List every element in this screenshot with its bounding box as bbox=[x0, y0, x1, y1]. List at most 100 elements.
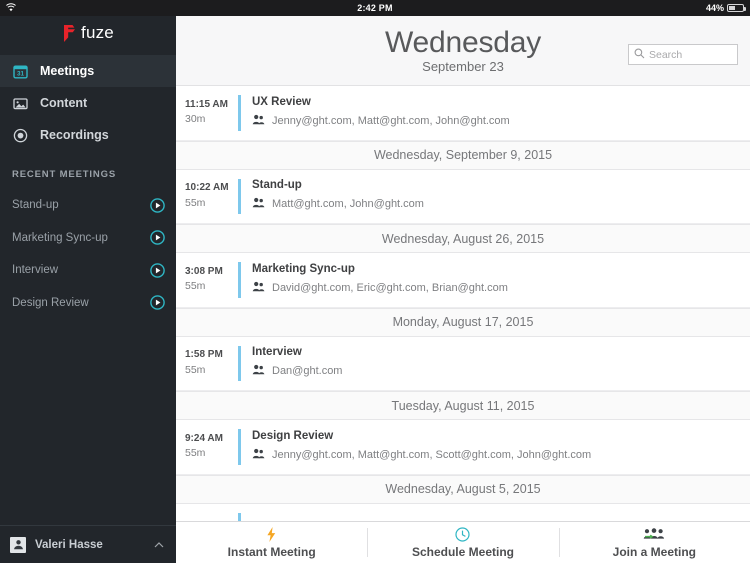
toolbar-label: Instant Meeting bbox=[227, 544, 316, 559]
recent-meeting-label: Stand-up bbox=[12, 199, 59, 212]
people-icon bbox=[252, 446, 265, 464]
image-icon bbox=[12, 95, 29, 112]
meeting-start-time: 3:08 PM bbox=[185, 265, 223, 277]
toolbar-label: Join a Meeting bbox=[612, 544, 696, 559]
meeting-duration: 55m bbox=[185, 447, 206, 460]
people-icon bbox=[252, 362, 265, 380]
attendee-emails: Jenny@ght.com, Matt@ght.com, John@ght.co… bbox=[272, 114, 510, 127]
meeting-time-block: 1:58 PM 55m bbox=[176, 348, 238, 378]
meeting-attendees: Dan@ght.com bbox=[252, 362, 342, 380]
wifi-icon bbox=[6, 2, 16, 14]
date-group-header: Wednesday, August 26, 2015 bbox=[176, 224, 750, 253]
sidebar-item-content[interactable]: Content bbox=[0, 87, 176, 119]
meeting-time-block: 9:24 AM 55m bbox=[176, 432, 238, 462]
meeting-title: Marketing Sync-up bbox=[252, 262, 355, 275]
list-item[interactable]: Stand-up bbox=[0, 189, 176, 222]
chevron-up-icon[interactable] bbox=[153, 539, 165, 551]
list-item[interactable]: Design Review bbox=[0, 287, 176, 320]
main-panel: Wednesday September 23 Search 11:15 AM 3… bbox=[176, 16, 750, 563]
attendee-emails: Dan@ght.com bbox=[272, 365, 343, 378]
meeting-details: Marketing Sync-up David@ght.com, Eric@gh… bbox=[241, 263, 508, 297]
search-icon bbox=[634, 46, 645, 64]
page-title: Wednesday bbox=[384, 25, 542, 59]
schedule-meeting-button[interactable]: Schedule Meeting bbox=[367, 522, 558, 563]
battery-percent-label: 44% bbox=[705, 3, 724, 13]
sidebar-item-label: Content bbox=[40, 96, 88, 110]
meeting-title: Stand-up bbox=[252, 179, 302, 192]
avatar bbox=[10, 536, 26, 553]
meeting-start-time: 9:24 AM bbox=[185, 432, 223, 444]
sidebar-nav: 31 Meetings Content Recordings bbox=[0, 55, 176, 151]
calendar-icon: 31 bbox=[12, 63, 29, 80]
meeting-details: UX Review Jenny@ght.com, Matt@ght.com, J… bbox=[241, 96, 510, 130]
user-name: Valeri Hasse bbox=[35, 538, 103, 551]
recent-meetings-heading: RECENT MEETINGS bbox=[12, 169, 117, 180]
fuze-logo-icon bbox=[62, 24, 76, 42]
list-item[interactable]: Marketing Sync-up bbox=[0, 222, 176, 255]
search-input[interactable]: Search bbox=[628, 44, 738, 65]
attendee-emails: Jenny@ght.com, Matt@ght.com, Scott@ght.c… bbox=[272, 448, 592, 461]
status-bar: 2:42 PM 44% bbox=[0, 0, 750, 16]
meetings-list[interactable]: 11:15 AM 30m UX Review Jenny@ght.com, Ma… bbox=[176, 86, 750, 521]
people-icon bbox=[252, 279, 265, 297]
join-people-icon bbox=[643, 527, 665, 543]
svg-text:31: 31 bbox=[17, 70, 25, 77]
attendee-emails: David@ght.com, Eric@ght.com, Brian@ght.c… bbox=[272, 281, 508, 294]
sidebar: fuze 31 Meetings Content Recordings RECE… bbox=[0, 16, 176, 563]
app-logo-text: fuze bbox=[81, 23, 114, 42]
meeting-attendees: Matt@ght.com, John@ght.com bbox=[252, 195, 424, 213]
meeting-details: Interview Dan@ght.com bbox=[241, 346, 342, 380]
meeting-attendees: David@ght.com, Eric@ght.com, Brian@ght.c… bbox=[252, 279, 508, 297]
date-group-header: Tuesday, August 11, 2015 bbox=[176, 391, 750, 420]
meeting-details: Stand-up Matt@ght.com, John@ght.com bbox=[241, 179, 424, 213]
play-icon[interactable] bbox=[150, 295, 165, 311]
date-group-header: Monday, August 17, 2015 bbox=[176, 307, 750, 337]
status-bar-time: 2:42 PM bbox=[357, 3, 393, 13]
meeting-time-block: 10:22 AM 55m bbox=[176, 181, 238, 211]
record-icon bbox=[12, 127, 29, 144]
toolbar-label: Schedule Meeting bbox=[411, 544, 514, 559]
join-meeting-button[interactable]: Join a Meeting bbox=[558, 522, 750, 563]
recent-meeting-label: Interview bbox=[12, 264, 59, 277]
play-icon[interactable] bbox=[150, 262, 165, 278]
meeting-duration: 55m bbox=[185, 363, 206, 376]
table-row[interactable]: 10:22 AM 55m Stand-up Matt@ght.com, John… bbox=[176, 169, 750, 224]
meeting-attendees: Jenny@ght.com, Matt@ght.com, John@ght.co… bbox=[252, 112, 510, 130]
page-subtitle: September 23 bbox=[422, 59, 504, 75]
play-icon[interactable] bbox=[150, 230, 165, 246]
sidebar-item-meetings[interactable]: 31 Meetings bbox=[0, 55, 176, 87]
battery-icon bbox=[727, 4, 746, 12]
meeting-time-block: 3:08 PM 55m bbox=[176, 265, 238, 295]
clock-icon bbox=[455, 527, 471, 543]
meeting-duration: 55m bbox=[185, 280, 206, 293]
table-row[interactable]: 9:24 AM 55m Design Review Jenny@ght.com,… bbox=[176, 420, 750, 475]
play-icon[interactable] bbox=[150, 197, 165, 213]
attendee-emails: Matt@ght.com, John@ght.com bbox=[272, 198, 424, 211]
table-row[interactable]: 3:08 PM 55m Marketing Sync-up David@ght.… bbox=[176, 253, 750, 308]
list-item[interactable]: Interview bbox=[0, 254, 176, 287]
sidebar-item-recordings[interactable]: Recordings bbox=[0, 119, 176, 151]
instant-meeting-button[interactable]: Instant Meeting bbox=[176, 522, 367, 563]
user-account-bar[interactable]: Valeri Hasse bbox=[0, 525, 176, 563]
people-icon bbox=[252, 112, 265, 130]
meeting-start-time: 11:15 AM bbox=[185, 98, 228, 110]
meeting-title: Design Review bbox=[252, 429, 334, 442]
meeting-accent-bar bbox=[238, 512, 241, 521]
date-group-header: Wednesday, September 9, 2015 bbox=[176, 140, 750, 170]
table-row[interactable]: 1:58 PM 55m Interview Dan@ght.com bbox=[176, 336, 750, 391]
people-icon bbox=[252, 195, 265, 213]
table-row[interactable]: 11:15 AM 30m UX Review Jenny@ght.com, Ma… bbox=[176, 86, 750, 141]
meeting-time-block: 11:15 AM 30m bbox=[176, 98, 238, 128]
meeting-start-time: 1:58 PM bbox=[185, 349, 223, 361]
app-window: 2:42 PM 44% fuze 31 Meetings Content Rec… bbox=[0, 0, 750, 563]
lightning-icon bbox=[265, 527, 278, 543]
sidebar-item-label: Recordings bbox=[40, 128, 109, 142]
table-row[interactable]: 11:00 AM Marketing weekly check-in bbox=[176, 503, 750, 521]
meeting-attendees: Jenny@ght.com, Matt@ght.com, Scott@ght.c… bbox=[252, 446, 591, 464]
status-bar-right: 44% bbox=[705, 3, 746, 13]
meeting-title: UX Review bbox=[252, 95, 311, 108]
meeting-duration: 30m bbox=[185, 113, 206, 126]
search-placeholder: Search bbox=[649, 48, 683, 61]
app-logo: fuze bbox=[0, 16, 176, 50]
status-bar-left bbox=[6, 2, 16, 14]
